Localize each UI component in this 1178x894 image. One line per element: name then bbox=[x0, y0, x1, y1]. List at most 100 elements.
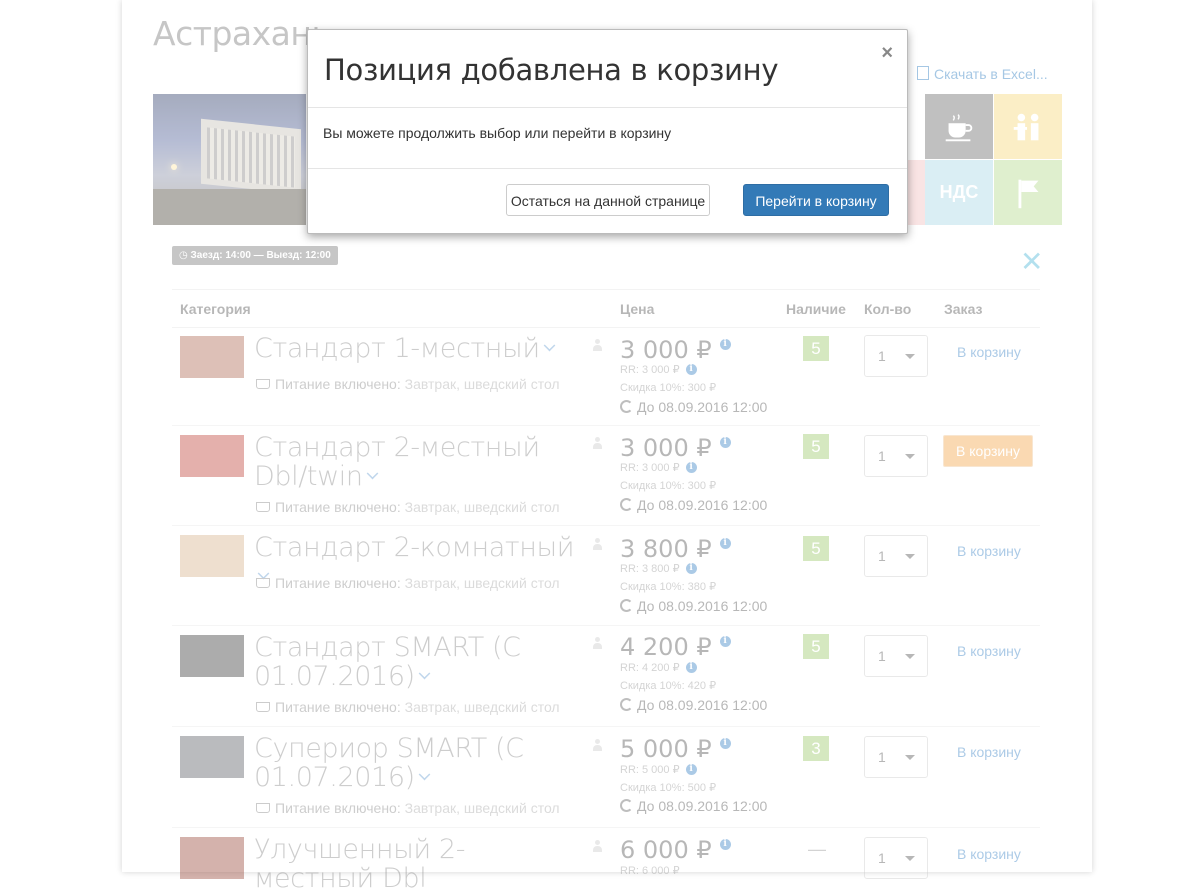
add-to-cart-link[interactable]: В корзину bbox=[957, 846, 1021, 862]
qty-select[interactable]: 1 bbox=[864, 635, 928, 677]
info-icon[interactable]: i bbox=[719, 636, 731, 647]
add-to-cart-link[interactable]: В корзину bbox=[957, 744, 1021, 760]
meal-icon bbox=[256, 578, 270, 588]
chevron-down-icon bbox=[418, 768, 431, 781]
availability-none: — bbox=[808, 839, 826, 859]
room-thumbnail[interactable] bbox=[180, 837, 244, 879]
valid-until: До 08.09.2016 12:00 bbox=[620, 399, 767, 415]
checkin-checkout-badge: ◷ Заезд: 14:00 — Выезд: 12:00 bbox=[172, 246, 338, 265]
info-icon[interactable]: i bbox=[719, 738, 731, 749]
city-title: Астрахань bbox=[153, 14, 331, 53]
chevron-down-icon bbox=[366, 467, 378, 480]
availability-badge: 5 bbox=[803, 336, 829, 361]
close-icon[interactable]: ✕ bbox=[1020, 248, 1043, 276]
table-row: Стандарт SMART (С 01.07.2016) Питание вк… bbox=[172, 625, 1040, 727]
availability-badge: 5 bbox=[803, 434, 829, 459]
info-icon[interactable]: i bbox=[685, 764, 697, 775]
room-thumbnail[interactable] bbox=[180, 336, 244, 378]
valid-until: До 08.09.2016 12:00 bbox=[620, 798, 767, 814]
person-icon bbox=[593, 538, 602, 550]
info-icon[interactable]: i bbox=[685, 462, 697, 473]
rr-price: RR: 6 000 ₽ bbox=[620, 865, 680, 877]
person-icon bbox=[593, 339, 602, 351]
room-thumbnail[interactable] bbox=[180, 535, 244, 577]
modal-close-icon[interactable]: × bbox=[881, 42, 893, 65]
amenity-tile-flag bbox=[994, 160, 1062, 225]
valid-until: До 08.09.2016 12:00 bbox=[620, 598, 767, 614]
person-icon bbox=[593, 437, 602, 449]
caret-down-icon bbox=[905, 755, 915, 760]
room-name[interactable]: Супериор SMART (С 01.07.2016) bbox=[254, 734, 584, 792]
meal-icon bbox=[256, 502, 270, 512]
info-icon[interactable]: i bbox=[685, 364, 697, 375]
meal-info: Питание включено: Завтрак, шведский стол bbox=[256, 699, 560, 715]
room-price: 6 000 ₽ i bbox=[620, 836, 731, 864]
header-qty: Кол-во bbox=[864, 301, 912, 317]
refresh-icon bbox=[620, 599, 633, 612]
room-name[interactable]: Улучшенный 2-местный Dbl bbox=[254, 835, 584, 893]
meal-icon bbox=[256, 803, 270, 813]
room-price: 3 800 ₽ i bbox=[620, 535, 731, 563]
rr-price: RR: 3 000 ₽ i bbox=[620, 461, 697, 474]
qty-select[interactable]: 1 bbox=[864, 837, 928, 879]
refresh-icon bbox=[620, 799, 633, 812]
download-excel-link[interactable]: Скачать в Excel... bbox=[917, 66, 1048, 82]
person-icon bbox=[593, 739, 602, 751]
room-price: 3 000 ₽ i bbox=[620, 434, 731, 462]
header-price: Цена bbox=[620, 301, 655, 317]
modal-footer: Остаться на данной странице Перейти в ко… bbox=[308, 168, 907, 233]
room-price: 4 200 ₽ i bbox=[620, 633, 731, 661]
table-row: Стандарт 2-местный Dbl/twin Питание вклю… bbox=[172, 425, 1040, 526]
info-icon[interactable]: i bbox=[685, 563, 697, 574]
add-to-cart-link[interactable]: В корзину bbox=[957, 543, 1021, 559]
hotel-photo[interactable] bbox=[153, 94, 306, 225]
table-row: Супериор SMART (С 01.07.2016) Питание вк… bbox=[172, 726, 1040, 828]
refresh-icon bbox=[620, 698, 633, 711]
room-thumbnail[interactable] bbox=[180, 736, 244, 778]
add-to-cart-button-active[interactable]: В корзину bbox=[943, 435, 1033, 467]
meal-info: Питание включено: Завтрак, шведский стол bbox=[256, 499, 560, 515]
availability-badge: 3 bbox=[803, 736, 829, 761]
reception-service-icon bbox=[1013, 113, 1039, 140]
chevron-down-icon bbox=[543, 339, 556, 352]
meal-info: Питание включено: Завтрак, шведский стол bbox=[256, 376, 560, 392]
add-to-cart-link[interactable]: В корзину bbox=[957, 344, 1021, 360]
room-thumbnail[interactable] bbox=[180, 635, 244, 677]
info-icon[interactable]: i bbox=[719, 839, 731, 850]
info-icon[interactable]: i bbox=[719, 538, 731, 549]
qty-select[interactable]: 1 bbox=[864, 435, 928, 477]
room-name[interactable]: Стандарт 1-местный bbox=[254, 334, 584, 363]
discount: Скидка 10%: 300 ₽ bbox=[620, 480, 717, 492]
rr-price: RR: 3 000 ₽ i bbox=[620, 363, 697, 376]
discount: Скидка 10%: 420 ₽ bbox=[620, 680, 717, 692]
valid-until: До 08.09.2016 12:00 bbox=[620, 497, 767, 513]
amenity-tile-vat: НДС bbox=[925, 160, 993, 225]
modal-title: Позиция добавлена в корзину bbox=[324, 53, 779, 87]
table-row: Улучшенный 2-местный Dbl 6 000 ₽ i RR: 6 … bbox=[172, 827, 1040, 893]
rr-price: RR: 3 800 ₽ i bbox=[620, 562, 697, 575]
meal-info: Питание включено: Завтрак, шведский стол bbox=[256, 800, 560, 816]
go-to-cart-button[interactable]: Перейти в корзину bbox=[743, 184, 889, 216]
rr-price: RR: 5 000 ₽ i bbox=[620, 763, 697, 776]
person-icon bbox=[593, 637, 602, 649]
meal-info: Питание включено: Завтрак, шведский стол bbox=[256, 575, 560, 591]
add-to-cart-link[interactable]: В корзину bbox=[957, 643, 1021, 659]
refresh-icon bbox=[620, 498, 633, 511]
caret-down-icon bbox=[905, 654, 915, 659]
qty-select[interactable]: 1 bbox=[864, 335, 928, 377]
stay-on-page-button[interactable]: Остаться на данной странице bbox=[506, 184, 710, 216]
caret-down-icon bbox=[905, 554, 915, 559]
info-icon[interactable]: i bbox=[685, 662, 697, 673]
info-icon[interactable]: i bbox=[719, 437, 731, 448]
table-row: Стандарт 1-местный Питание включено: Зав… bbox=[172, 326, 1040, 426]
meal-icon bbox=[256, 702, 270, 712]
qty-select[interactable]: 1 bbox=[864, 736, 928, 778]
valid-until: До 08.09.2016 12:00 bbox=[620, 697, 767, 713]
room-name[interactable]: Стандарт SMART (С 01.07.2016) bbox=[254, 633, 584, 691]
room-name[interactable]: Стандарт 2-местный Dbl/twin bbox=[254, 433, 584, 491]
room-thumbnail[interactable] bbox=[180, 435, 244, 477]
qty-select[interactable]: 1 bbox=[864, 535, 928, 577]
info-icon[interactable]: i bbox=[719, 339, 731, 350]
discount: Скидка 10%: 300 ₽ bbox=[620, 382, 717, 394]
file-excel-icon bbox=[917, 66, 929, 80]
